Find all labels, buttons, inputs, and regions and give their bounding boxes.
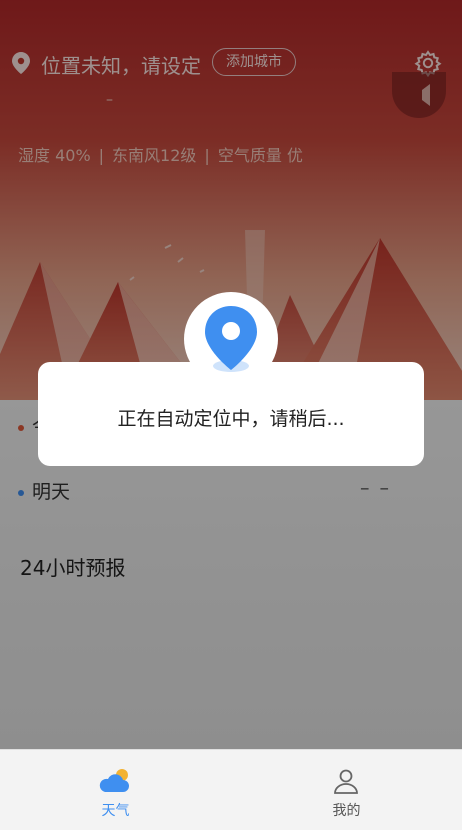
dialog-icon-badge	[184, 292, 278, 386]
cloud-sun-icon	[99, 769, 129, 792]
tab-weather[interactable]: 天气	[0, 750, 231, 830]
locating-message: 正在自动定位中，请稍后...	[117, 408, 345, 430]
tab-mine[interactable]: 我的	[231, 750, 462, 830]
tab-mine-label: 我的	[332, 803, 361, 819]
tab-weather-label: 天气	[101, 803, 130, 819]
user-icon	[334, 769, 358, 794]
map-pin-icon	[205, 306, 257, 372]
bottom-tab-bar: 天气 我的	[0, 749, 462, 830]
